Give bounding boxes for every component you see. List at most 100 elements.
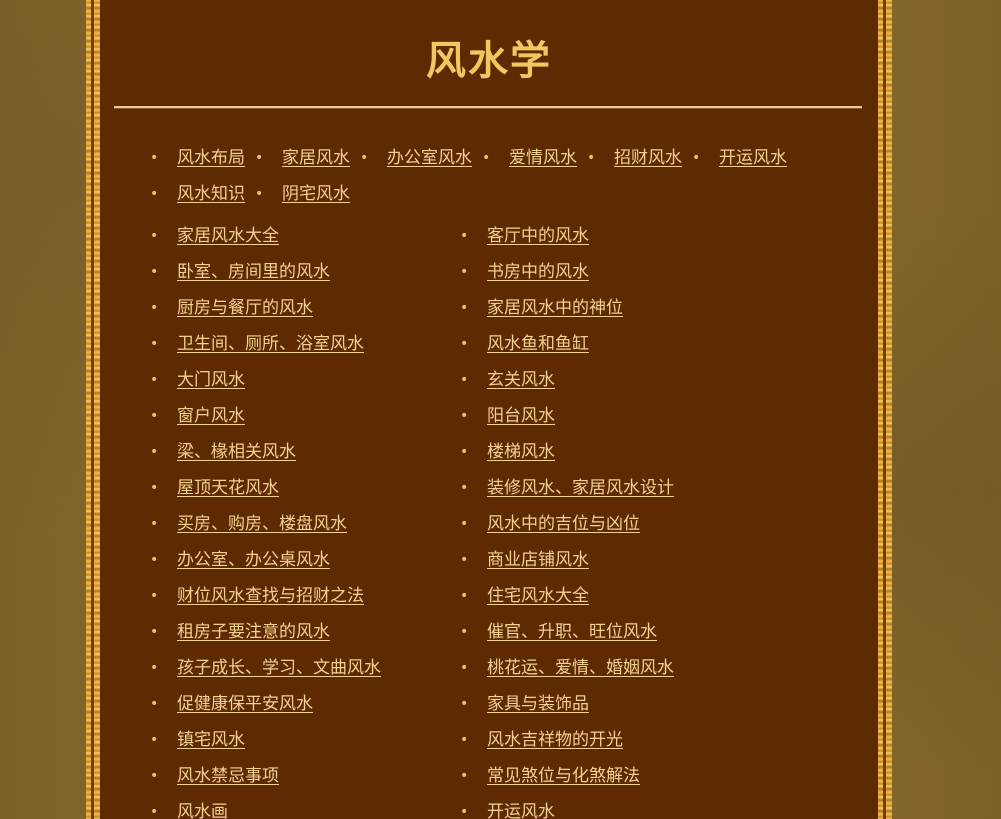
list-link[interactable]: 家具与装饰品 [487,692,589,716]
list-link[interactable]: 孩子成长、学习、文曲风水 [177,656,381,680]
list-link[interactable]: 买房、购房、楼盘风水 [177,512,347,536]
list-link[interactable]: 厨房与餐厅的风水 [177,296,313,320]
list-item: • 风水鱼和鱼缸 [460,326,674,362]
list-link[interactable]: 住宅风水大全 [487,584,589,608]
bullet-icon: • [150,516,159,532]
bullet-icon: • [150,300,159,316]
list-link[interactable]: 桃花运、爱情、婚姻风水 [487,656,674,680]
top-nav-item: • 家居风水 [255,146,350,170]
list-link[interactable]: 促健康保平安风水 [177,692,313,716]
list-item: • 促健康保平安风水 [150,686,381,722]
bullet-icon: • [360,150,369,166]
page-title: 风水学 [426,38,552,84]
bullet-icon: • [460,516,469,532]
bullet-icon: • [460,552,469,568]
nav-link-office-fengshui[interactable]: 办公室风水 [387,146,472,170]
list-item: • 风水画 [150,794,381,819]
list-item: • 家居风水中的神位 [460,290,674,326]
list-item: • 镇宅风水 [150,722,381,758]
list-link[interactable]: 卧室、房间里的风水 [177,260,330,284]
bullet-icon: • [460,696,469,712]
list-link[interactable]: 装修风水、家居风水设计 [487,476,674,500]
list-link[interactable]: 屋顶天花风水 [177,476,279,500]
list-link[interactable]: 书房中的风水 [487,260,589,284]
list-item: • 书房中的风水 [460,254,674,290]
list-item: • 风水禁忌事项 [150,758,381,794]
list-item: • 厨房与餐厅的风水 [150,290,381,326]
list-link[interactable]: 商业店铺风水 [487,548,589,572]
list-link[interactable]: 风水禁忌事项 [177,764,279,788]
bullet-icon: • [482,150,491,166]
list-link[interactable]: 镇宅风水 [177,728,245,752]
top-nav-row-1: • 风水布局 • 家居风水 • 办公室风水 • 爱情风水 • 招财风水 • 开运风水 [150,146,797,170]
list-link[interactable]: 阳台风水 [487,404,555,428]
nav-link-wealth-fengshui[interactable]: 招财风水 [614,146,682,170]
list-link[interactable]: 催官、升职、旺位风水 [487,620,657,644]
top-nav-item: • 招财风水 [587,146,682,170]
bullet-icon: • [460,300,469,316]
list-item: • 孩子成长、学习、文曲风水 [150,650,381,686]
bullet-icon: • [460,228,469,244]
bullet-icon: • [692,150,701,166]
list-link[interactable]: 家居风水大全 [177,224,279,248]
nav-link-fengshui-knowledge[interactable]: 风水知识 [177,182,245,206]
bullet-icon: • [150,372,159,388]
bullet-icon: • [460,480,469,496]
nav-link-grave-fengshui[interactable]: 阴宅风水 [282,182,350,206]
bullet-icon: • [460,264,469,280]
list-link[interactable]: 租房子要注意的风水 [177,620,330,644]
bullet-icon: • [150,336,159,352]
top-nav-item: • 办公室风水 [360,146,472,170]
list-link[interactable]: 大门风水 [177,368,245,392]
bullet-icon: • [150,150,159,166]
bullet-icon: • [460,804,469,819]
bullet-icon: • [460,588,469,604]
top-nav-item: • 风水知识 [150,182,245,206]
bullet-icon: • [150,696,159,712]
list-link[interactable]: 风水画 [177,800,228,819]
list-link[interactable]: 梁、椽相关风水 [177,440,296,464]
nav-link-love-fengshui[interactable]: 爱情风水 [509,146,577,170]
bullet-icon: • [150,732,159,748]
top-nav-item: • 开运风水 [692,146,787,170]
list-link[interactable]: 玄关风水 [487,368,555,392]
list-item: • 开运风水 [460,794,674,819]
top-nav-item: • 阴宅风水 [255,182,350,206]
list-link[interactable]: 卫生间、厕所、浴室风水 [177,332,364,356]
list-item: • 常见煞位与化煞解法 [460,758,674,794]
bullet-icon: • [150,804,159,819]
list-link[interactable]: 家居风水中的神位 [487,296,623,320]
bullet-icon: • [150,624,159,640]
nav-link-home-fengshui[interactable]: 家居风水 [282,146,350,170]
list-link[interactable]: 客厅中的风水 [487,224,589,248]
bullet-icon: • [150,552,159,568]
ornamental-border-right [878,0,892,819]
bullet-icon: • [150,768,159,784]
list-item: • 买房、购房、楼盘风水 [150,506,381,542]
bullet-icon: • [460,444,469,460]
list-item: • 梁、椽相关风水 [150,434,381,470]
top-nav-row-2: • 风水知识 • 阴宅风水 [150,182,360,206]
bullet-icon: • [460,372,469,388]
list-item: • 租房子要注意的风水 [150,614,381,650]
list-item: • 窗户风水 [150,398,381,434]
bullet-icon: • [150,228,159,244]
list-link[interactable]: 风水吉祥物的开光 [487,728,623,752]
nav-link-fengshui-layout[interactable]: 风水布局 [177,146,245,170]
bullet-icon: • [460,732,469,748]
list-item: • 财位风水查找与招财之法 [150,578,381,614]
list-item: • 楼梯风水 [460,434,674,470]
list-link[interactable]: 风水鱼和鱼缸 [487,332,589,356]
list-item: • 桃花运、爱情、婚姻风水 [460,650,674,686]
list-link[interactable]: 窗户风水 [177,404,245,428]
list-link[interactable]: 财位风水查找与招财之法 [177,584,364,608]
link-list-right: • 客厅中的风水 • 书房中的风水 • 家居风水中的神位 • 风水鱼和鱼缸 • 玄关风水 … [460,218,674,819]
list-item: • 屋顶天花风水 [150,470,381,506]
list-link[interactable]: 楼梯风水 [487,440,555,464]
list-link[interactable]: 风水中的吉位与凶位 [487,512,640,536]
list-link[interactable]: 开运风水 [487,800,555,819]
bullet-icon: • [255,186,264,202]
nav-link-luck-fengshui[interactable]: 开运风水 [719,146,787,170]
list-link[interactable]: 常见煞位与化煞解法 [487,764,640,788]
list-link[interactable]: 办公室、办公桌风水 [177,548,330,572]
